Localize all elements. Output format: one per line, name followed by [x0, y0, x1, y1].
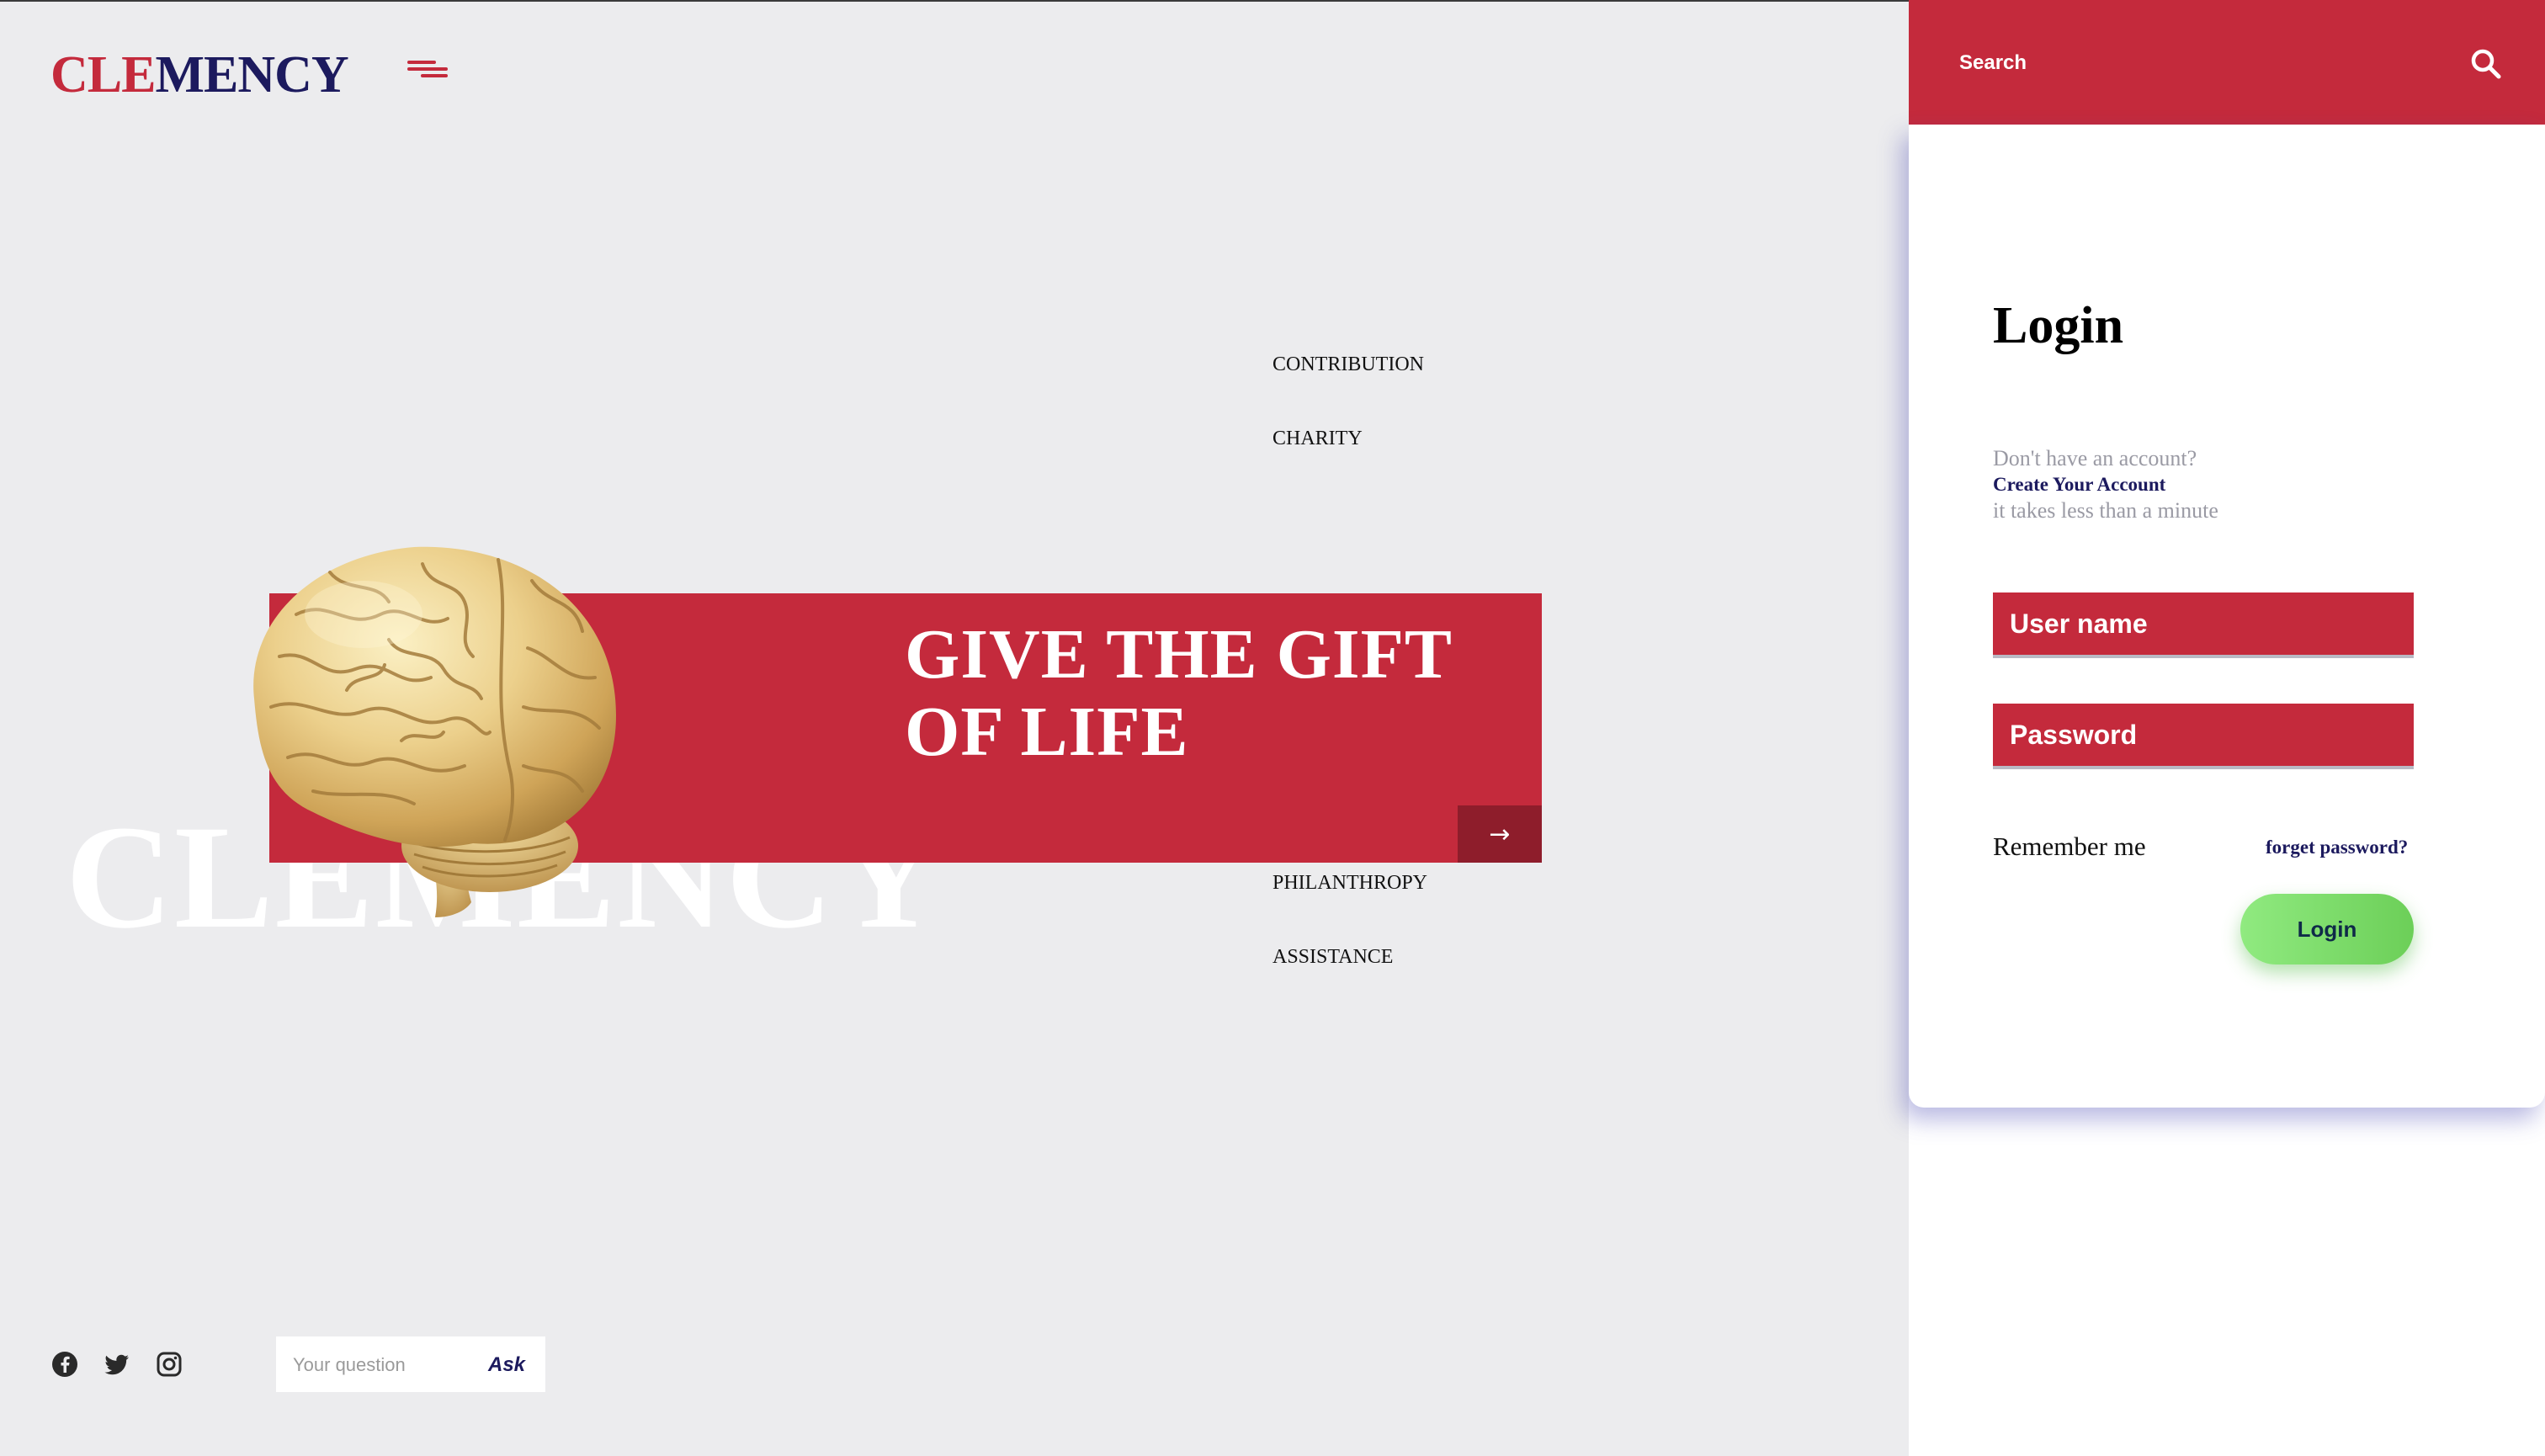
- nav-item-philanthropy[interactable]: PHILANTHROPY: [1272, 872, 1427, 895]
- question-input[interactable]: [291, 1347, 463, 1384]
- signup-time-note: it takes less than a minute: [1993, 498, 2218, 523]
- login-button[interactable]: Login: [2240, 894, 2414, 964]
- nav-item-contribution[interactable]: CONTRIBUTION: [1272, 353, 1424, 376]
- hero-title: GIVE THE GIFT OF LIFE: [905, 616, 1494, 771]
- username-field[interactable]: [1993, 592, 2414, 658]
- arrow-right-icon[interactable]: →: [1458, 805, 1542, 863]
- forget-password-link[interactable]: forget password?: [2266, 837, 2408, 858]
- hero-title-line1: GIVE THE GIFT: [905, 615, 1453, 693]
- nav-item-assistance[interactable]: ASSISTANCE: [1272, 946, 1393, 969]
- hero-title-line2: OF LIFE: [905, 693, 1189, 771]
- password-field[interactable]: [1993, 704, 2414, 769]
- facebook-icon[interactable]: [50, 1350, 79, 1379]
- logo-part-red: CLE: [50, 46, 156, 104]
- hamburger-menu-icon[interactable]: [406, 57, 449, 79]
- login-title: Login: [1993, 297, 2124, 354]
- remember-me-label[interactable]: Remember me: [1993, 832, 2146, 862]
- no-account-text: Don't have an account?: [1993, 446, 2197, 470]
- twitter-icon[interactable]: [103, 1350, 131, 1379]
- search-icon[interactable]: [2469, 47, 2503, 81]
- ask-button[interactable]: Ask: [488, 1348, 539, 1382]
- create-account-link[interactable]: Create Your Account: [1993, 474, 2165, 496]
- search-input[interactable]: [1958, 44, 2432, 82]
- page: CLEMENCY CONTRIBUTION CHARITY PHILANTHRO…: [0, 0, 2545, 1456]
- logo-part-blue: MENCY: [155, 46, 348, 104]
- instagram-icon[interactable]: [155, 1350, 183, 1379]
- logo[interactable]: CLEMENCY: [50, 46, 349, 104]
- nav-item-charity[interactable]: CHARITY: [1272, 428, 1363, 450]
- ask-box: Ask: [276, 1336, 545, 1392]
- brain-image: [253, 546, 616, 917]
